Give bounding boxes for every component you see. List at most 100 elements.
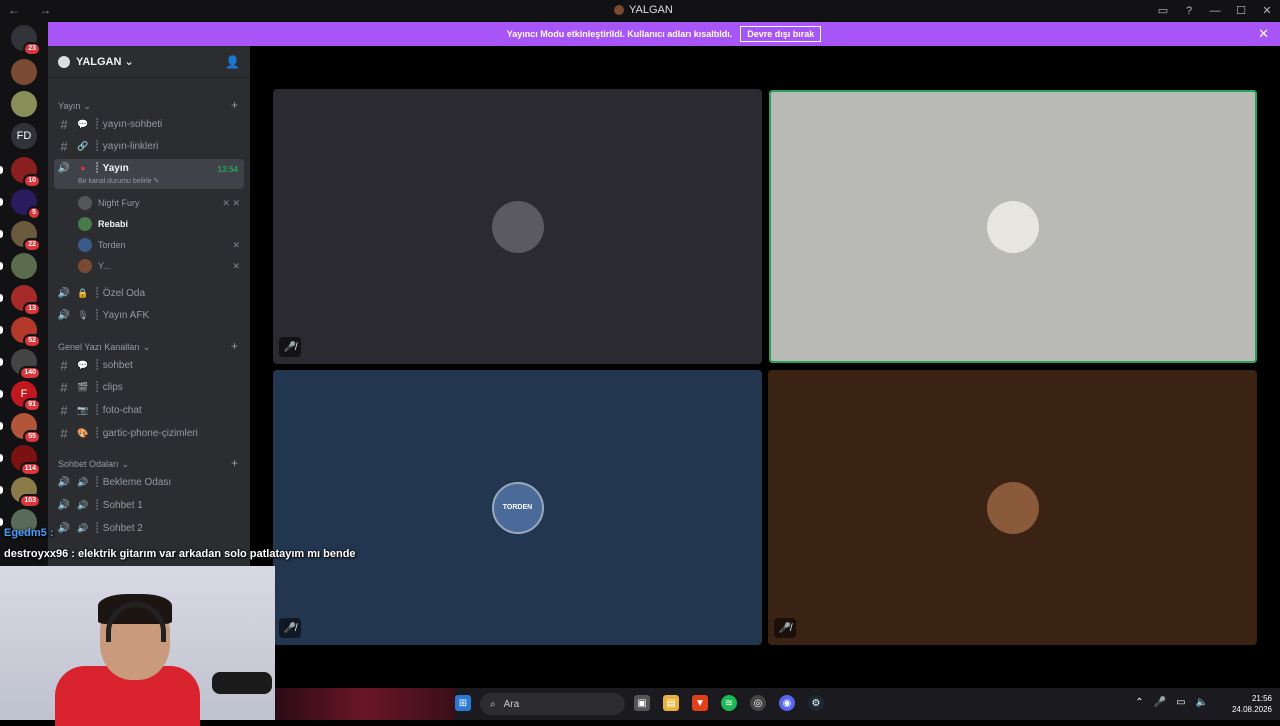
voice-time: 13:54	[217, 165, 238, 174]
clock-time: 21:56	[1251, 694, 1272, 703]
voice-channel-bekleme[interactable]: 🔊 🔊 ┊ Bekleme Odası	[54, 472, 244, 493]
server-icon-4[interactable]: 10	[11, 157, 41, 188]
server-icon-5[interactable]: 5	[11, 189, 41, 220]
banner-close-icon[interactable]: ✕	[1258, 26, 1269, 42]
server-icon-1[interactable]	[11, 59, 37, 85]
add-channel-icon[interactable]: +	[231, 456, 238, 470]
video-tile-4[interactable]: 🎤̸	[768, 370, 1257, 645]
server-icon-11[interactable]: F 91	[11, 381, 41, 412]
mention-badge: 5	[27, 206, 41, 220]
server-icon-2[interactable]	[11, 91, 37, 117]
voice-channel-yayin[interactable]: 🔊 ● ┊ Yayın 13:54 Bir kanal durumu belirle…	[54, 159, 244, 189]
voice-user[interactable]: Night Fury ✕ ✕	[78, 196, 240, 210]
mention-badge: 103	[19, 494, 41, 508]
category-sohbet[interactable]: Sohbet Odaları ⌄ +	[58, 456, 238, 470]
channel-label: ┊ foto-chat	[94, 405, 142, 416]
mention-badge: 52	[23, 334, 41, 348]
hash-icon: #	[60, 426, 68, 441]
unread-pill	[0, 454, 3, 462]
chevron-down-icon: ⌄	[124, 56, 134, 68]
channel-sidebar: YALGAN ⌄ 👤 Yayın ⌄ + # 💬 ┊ yayın-sohbeti # 🔗…	[48, 46, 250, 566]
obs-icon[interactable]: ◎	[750, 695, 766, 711]
minimize-button[interactable]: —	[1202, 5, 1228, 17]
disable-streamer-mode-button[interactable]: Devre dışı bırak	[740, 26, 822, 42]
palette-icon: 🎨	[77, 428, 89, 438]
muted-deafened-icon: ✕ ✕	[222, 197, 240, 208]
voice-user[interactable]: Y... ✕	[78, 259, 240, 273]
chat-overlay-line-1: Egedm5 :	[4, 527, 54, 539]
nav-arrows[interactable]: ← →	[8, 3, 59, 17]
muted-icon: 🎤̸	[774, 618, 796, 638]
video-tile-1[interactable]: 🎤̸	[273, 89, 762, 364]
maximize-button[interactable]: ☐	[1228, 4, 1254, 17]
server-icon-14[interactable]: 103	[11, 477, 41, 508]
chevron-down-icon: ⌄	[121, 459, 130, 469]
clock[interactable]: 21:56 24.08.2026	[1232, 693, 1272, 715]
voice-channel-sohbet-2[interactable]: 🔊 🔊 ┊ Sohbet 2	[54, 518, 244, 539]
banner-text: Yayıncı Modu etkinleştirildi. Kullanıcı …	[506, 29, 733, 39]
channel-label: ┊ clips	[94, 382, 123, 393]
channel-label: ┊ sohbet	[94, 360, 133, 371]
unread-pill	[0, 326, 3, 334]
server-icon-7[interactable]	[11, 253, 37, 279]
server-icon-13[interactable]: 114	[11, 445, 41, 476]
speaker-icon: 🔊	[57, 163, 71, 174]
unread-pill	[0, 230, 3, 238]
close-button[interactable]: ✕	[1254, 4, 1280, 17]
server-icon-0[interactable]: 23	[11, 25, 41, 56]
voice-channel-sohbet-1[interactable]: 🔊 🔊 ┊ Sohbet 1	[54, 495, 244, 516]
avatar	[78, 196, 92, 210]
file-explorer-icon[interactable]: ▤	[663, 695, 679, 711]
brave-icon[interactable]: ▼	[692, 695, 708, 711]
clock-date: 24.08.2026	[1231, 705, 1272, 714]
add-channel-icon[interactable]: +	[231, 339, 238, 353]
start-icon[interactable]: ⊞	[455, 695, 471, 711]
server-icon-10[interactable]: 140	[11, 349, 41, 380]
streamer-mode-banner: Yayıncı Modu etkinleştirildi. Kullanıcı …	[48, 22, 1280, 46]
channel-sohbet[interactable]: # 💬 ┊ sohbet	[54, 355, 244, 376]
server-icon-3[interactable]: FD	[11, 123, 37, 149]
channel-gartic[interactable]: # 🎨 ┊ gartic-phone-çizimleri	[54, 423, 244, 444]
voice-user[interactable]: Rebabi	[78, 217, 240, 231]
server-icon-9[interactable]: 52	[11, 317, 41, 348]
wallpaper-strip	[275, 688, 455, 720]
server-header[interactable]: YALGAN ⌄ 👤	[48, 46, 250, 78]
server-icon-6[interactable]: 22	[11, 221, 41, 252]
add-channel-icon[interactable]: +	[231, 98, 238, 112]
category-yayin[interactable]: Yayın ⌄ +	[58, 98, 238, 112]
help-icon[interactable]: ?	[1176, 5, 1202, 17]
search-icon: ⌕	[490, 698, 496, 710]
hash-icon: #	[60, 139, 68, 154]
discord-icon[interactable]: ◉	[779, 695, 795, 711]
channel-clips[interactable]: # 🎬 ┊ clips	[54, 377, 244, 398]
channel-foto-chat[interactable]: # 📷 ┊ foto-chat	[54, 400, 244, 421]
system-tray[interactable]: ⌃🎤▭🔈	[1135, 697, 1218, 708]
channel-yayin-sohbeti[interactable]: # 💬 ┊ yayın-sohbeti	[54, 114, 244, 135]
speaker-icon: 🔊	[57, 288, 71, 299]
server-icon-12[interactable]: 55	[11, 413, 41, 444]
voice-channel-ozel-oda[interactable]: 🔊 🔒 ┊ Özel Oda	[54, 283, 244, 304]
red-circle-icon: ●	[80, 163, 86, 173]
speaker-icon: 🔊	[57, 477, 71, 488]
category-genel[interactable]: Genel Yazı Kanalları ⌄ +	[58, 339, 238, 353]
chat-overlay-line-2: destroyxx96 : elektrik gitarım var arkad…	[4, 548, 356, 560]
video-tile-3[interactable]: TORDEN 🎤̸	[273, 370, 762, 645]
server-name: YALGAN	[76, 55, 122, 68]
inbox-icon[interactable]: ▭	[1150, 4, 1176, 17]
taskbar-search[interactable]: ⌕ Ara	[480, 693, 625, 715]
task-view-icon[interactable]: ▣	[634, 695, 650, 711]
unread-pill	[0, 518, 3, 526]
video-tile-2[interactable]	[769, 90, 1257, 363]
unread-pill	[0, 422, 3, 430]
spotify-icon[interactable]: ≋	[721, 695, 737, 711]
set-channel-status[interactable]: Bir kanal durumu belirle ✎	[78, 177, 159, 185]
steam-icon[interactable]: ⚙	[808, 695, 824, 711]
add-member-icon[interactable]: 👤	[225, 55, 240, 69]
voice-user[interactable]: Torden ✕	[78, 238, 240, 252]
voice-channel-yayin-afk[interactable]: 🔊 🎙 ┊ Yayın AFK	[54, 305, 244, 326]
channel-yayin-linkleri[interactable]: # 🔗 ┊ yayın-linkleri	[54, 136, 244, 157]
participant-avatar	[987, 200, 1039, 253]
hash-icon: #	[60, 117, 68, 132]
chevron-down-icon: ⌄	[83, 101, 91, 111]
server-icon-8[interactable]: 13	[11, 285, 41, 316]
